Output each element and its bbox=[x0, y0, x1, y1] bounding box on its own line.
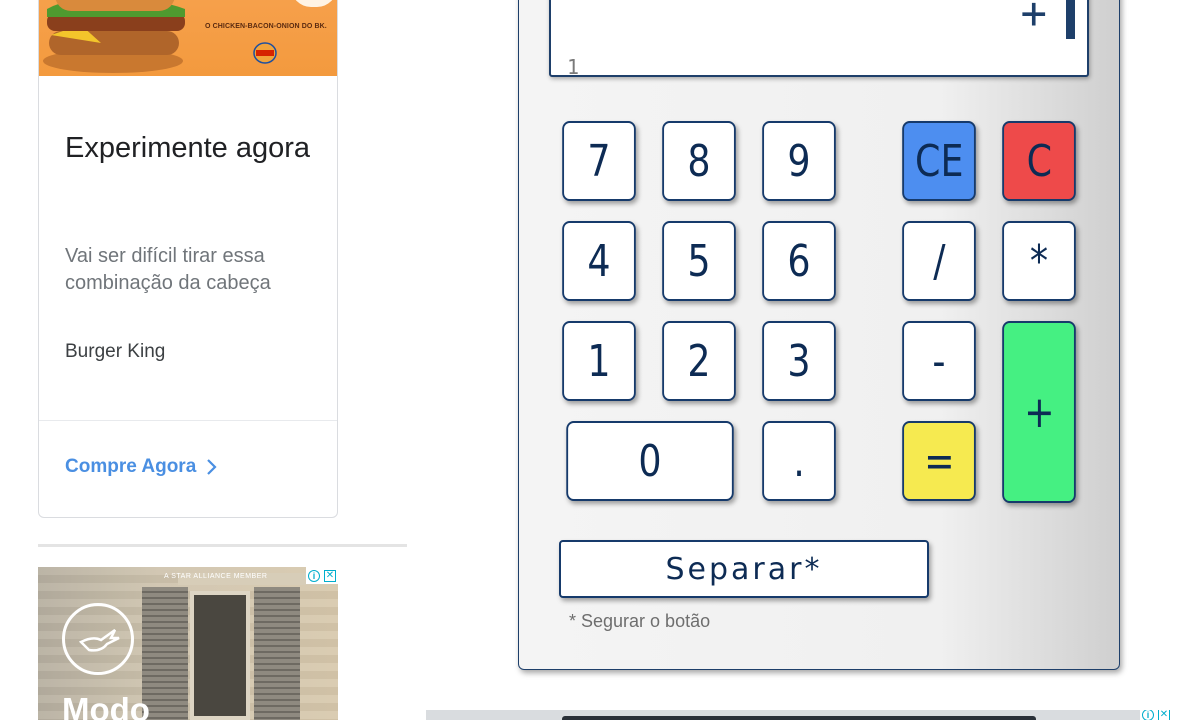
key-7[interactable]: 7 bbox=[562, 121, 636, 201]
key-label: 8 bbox=[687, 135, 711, 187]
ad-divider bbox=[39, 420, 337, 421]
banner-image bbox=[562, 716, 1036, 720]
text-cursor bbox=[1066, 0, 1075, 39]
key-1[interactable]: 1 bbox=[562, 321, 636, 401]
burger-image bbox=[43, 0, 185, 73]
key-label: - bbox=[932, 335, 946, 387]
key-label: 3 bbox=[787, 335, 811, 387]
key-3[interactable]: 3 bbox=[762, 321, 836, 401]
crane-icon bbox=[78, 628, 120, 652]
ad-title[interactable]: Experimente agora bbox=[65, 129, 315, 168]
key-label: 4 bbox=[587, 235, 611, 287]
window bbox=[190, 591, 250, 720]
promo-bubble bbox=[291, 0, 337, 7]
multiply-button[interactable]: * bbox=[1002, 221, 1076, 301]
cta-label: Compre Agora bbox=[65, 456, 197, 477]
burger-king-logo bbox=[253, 42, 277, 64]
key-2[interactable]: 2 bbox=[662, 321, 736, 401]
key-label: = bbox=[923, 435, 955, 487]
key-label: 0 bbox=[638, 435, 662, 487]
bottom-banner-ad[interactable]: i ✕ bbox=[426, 710, 1172, 720]
sidebar-divider bbox=[38, 544, 407, 547]
key-label: 5 bbox=[687, 235, 711, 287]
add-button[interactable]: + bbox=[1002, 321, 1076, 503]
calculator: + 1 7 8 9 CE C 4 5 6 / * 1 2 3 - + 0 . =… bbox=[518, 0, 1120, 670]
lufthansa-crane-logo bbox=[62, 603, 134, 675]
adchoices-badge[interactable]: i ✕ bbox=[306, 567, 338, 584]
hold-button-note: * Segurar o botão bbox=[569, 611, 711, 631]
info-icon[interactable]: i bbox=[308, 569, 320, 582]
close-icon[interactable]: ✕ bbox=[324, 569, 336, 582]
key-label: 1 bbox=[587, 335, 611, 387]
key-label: 9 bbox=[787, 135, 811, 187]
clear-button[interactable]: C bbox=[1002, 121, 1076, 201]
ad-image-tagline: O CHICKEN-BACON-ONION DO BK. bbox=[205, 23, 327, 30]
ad-advertiser: Burger King bbox=[65, 341, 166, 362]
key-8[interactable]: 8 bbox=[662, 121, 736, 201]
key-9[interactable]: 9 bbox=[762, 121, 836, 201]
key-0[interactable]: 0 bbox=[566, 421, 734, 501]
chevron-right-icon bbox=[207, 459, 217, 475]
key-label: * bbox=[1029, 235, 1049, 287]
window-shutter bbox=[254, 587, 300, 720]
key-label: CE bbox=[914, 135, 964, 187]
key-label: . bbox=[793, 435, 805, 487]
lufthansa-ad[interactable]: A STAR ALLIANCE MEMBER i ✕ Modo bbox=[38, 567, 338, 720]
info-icon[interactable]: i bbox=[1142, 710, 1154, 720]
key-5[interactable]: 5 bbox=[662, 221, 736, 301]
close-icon[interactable]: ✕ bbox=[1158, 710, 1170, 720]
key-label: 7 bbox=[587, 135, 611, 187]
key-4[interactable]: 4 bbox=[562, 221, 636, 301]
key-label: 2 bbox=[687, 335, 711, 387]
ad-image[interactable]: O CHICKEN-BACON-ONION DO BK. bbox=[39, 0, 337, 76]
calculator-display: + 1 bbox=[549, 0, 1089, 77]
burger-king-ad[interactable]: O CHICKEN-BACON-ONION DO BK. Experimente… bbox=[38, 0, 338, 518]
star-alliance-text: A STAR ALLIANCE MEMBER bbox=[164, 573, 268, 580]
separar-button[interactable]: Separar* bbox=[559, 540, 929, 598]
divide-button[interactable]: / bbox=[902, 221, 976, 301]
decimal-button[interactable]: . bbox=[762, 421, 836, 501]
clear-entry-button[interactable]: CE bbox=[902, 121, 976, 201]
display-expression: + bbox=[1020, 0, 1048, 39]
key-label: / bbox=[932, 235, 946, 287]
key-label: 6 bbox=[787, 235, 811, 287]
adchoices-badge[interactable]: i ✕ bbox=[1140, 710, 1172, 720]
equals-button[interactable]: = bbox=[902, 421, 976, 501]
compre-agora-link[interactable]: Compre Agora bbox=[65, 456, 218, 478]
subtract-button[interactable]: - bbox=[902, 321, 976, 401]
display-result: 1 bbox=[567, 55, 580, 77]
ad-description: Vai ser difícil tirar essa combinação da… bbox=[65, 245, 271, 294]
key-6[interactable]: 6 bbox=[762, 221, 836, 301]
key-label: + bbox=[1023, 386, 1055, 438]
ad-headline: Modo bbox=[62, 691, 150, 720]
key-label: C bbox=[1026, 135, 1052, 187]
